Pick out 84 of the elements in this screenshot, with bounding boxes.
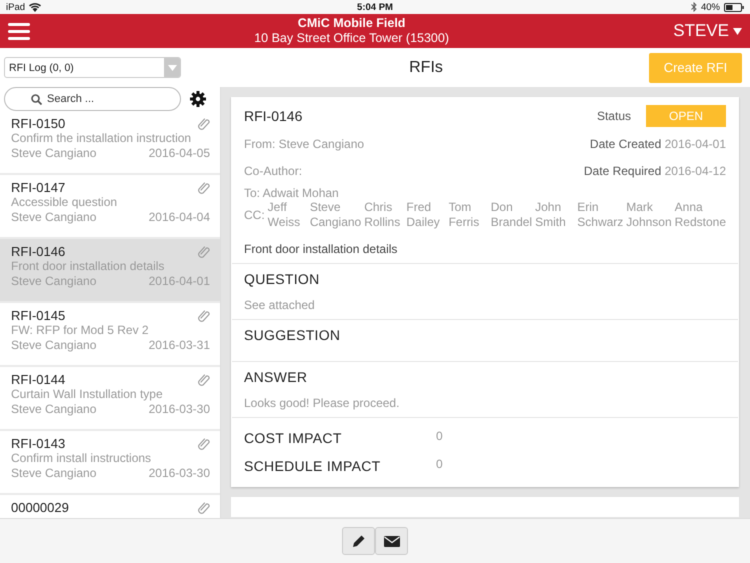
log-dropdown[interactable]: RFI Log (0, 0) [4, 57, 181, 78]
cc-recipient: Mark Johnson [626, 200, 672, 230]
impact-value: 0 [436, 456, 443, 470]
rfi-author: Steve Cangiano [11, 338, 96, 353]
battery-percent: 40% [700, 2, 720, 12]
rfi-subject: Confirm the installation instruction [11, 131, 192, 146]
user-menu-button[interactable]: STEVE [673, 21, 742, 41]
section-heading: SUGGESTION [244, 327, 342, 343]
section-text: See attached [244, 298, 316, 312]
rfi-number: RFI-0145 [11, 308, 66, 323]
impact-value: 0 [436, 428, 443, 442]
rfi-author: Steve Cangiano [11, 146, 96, 161]
rfi-number: 00000029 [11, 500, 69, 515]
rfi-subject: Accessible question [11, 195, 118, 210]
rfi-date: 2016-03-30 [148, 466, 210, 481]
cc-recipient: Erin Schwarz [577, 200, 624, 230]
rfi-subject: FW: RFP for Mod 5 Rev 2 [11, 323, 150, 338]
section-text: Looks good! Please proceed. [244, 396, 400, 410]
status-label: Status [596, 109, 631, 123]
rfi-subject: Curtain Wall Instullation type [11, 387, 164, 402]
date-field: Date Created 2016-04-01 [590, 136, 726, 150]
rfi-author: Steve Cangiano [11, 274, 96, 289]
co-author-text: Co-Author: [244, 164, 302, 178]
settings-button[interactable] [190, 91, 206, 107]
project-name: 10 Bay Street Office Tower (15300) [253, 31, 450, 46]
rfi-author: Steve Cangiano [11, 210, 96, 225]
rfi-number: RFI-0143 [11, 436, 66, 451]
battery-icon [724, 2, 744, 12]
rfi-date: 2016-03-30 [148, 402, 210, 417]
settings-icon [190, 91, 206, 107]
cc-recipient: Anna Redstone [674, 200, 726, 230]
bluetooth-icon [690, 2, 697, 12]
to-text: To: Adwait Mohan [244, 186, 340, 200]
rfi-number: RFI-0150 [11, 116, 66, 131]
carrier-label: iPad [6, 2, 26, 12]
rfi-list-item[interactable]: RFI-0145 FW: RFP for Mod 5 Rev 2 Steve Cangiano 2016-03-31 [0, 303, 220, 365]
rfi-list-item[interactable]: RFI-0146 Front door installation details Steve Cangiano 2016-04-01 [0, 239, 220, 301]
cc-recipient: Fred Dailey [406, 200, 441, 230]
rfi-list-item[interactable]: RFI-0143 Confirm install instructions Steve Cangiano 2016-03-30 [0, 431, 220, 493]
rfi-list-item[interactable]: RFI-0150 Confirm the installation instruction Steve Cangiano 2016-04-05 [0, 111, 220, 173]
pencil-icon [352, 534, 366, 548]
cc-recipient: Don Brandel [490, 200, 532, 230]
rfi-subject: Front door installation details [11, 259, 166, 274]
envelope-icon [384, 536, 400, 546]
menu-icon [8, 22, 30, 40]
rfi-date: 2016-04-04 [148, 210, 210, 225]
cc-recipient: Jeff Weiss [268, 200, 302, 230]
rfi-list-item[interactable]: RFI-0144 Curtain Wall Instullation type Steve Cangiano 2016-03-30 [0, 367, 220, 429]
search-icon [31, 94, 42, 105]
page-title: RFIs [408, 58, 444, 76]
rfi-author: Steve Cangiano [11, 402, 96, 417]
rfi-date: 2016-03-31 [148, 338, 210, 353]
cc-recipient: Tom Ferris [448, 200, 480, 230]
menu-button[interactable] [8, 22, 30, 40]
rfi-number: RFI-0147 [11, 180, 66, 195]
dropdown-arrow-icon [168, 64, 176, 70]
edit-button[interactable] [342, 527, 375, 555]
cc-recipient: Chris Rollins [364, 200, 402, 230]
rfi-date: 2016-04-05 [148, 146, 210, 161]
rfi-number: RFI-0146 [244, 108, 302, 124]
cc-recipient: John Smith [535, 200, 567, 230]
caret-icon [733, 28, 742, 34]
status-badge: OPEN [646, 105, 726, 127]
app-title: CMiC Mobile Field [296, 16, 406, 31]
cc-label: CC: [244, 208, 265, 222]
date-field: Date Required 2016-04-12 [584, 164, 726, 178]
rfi-description: Front door installation details [244, 242, 398, 256]
impact-label: COST IMPACT [244, 430, 343, 446]
rfi-date: 2016-04-01 [148, 274, 210, 289]
rfi-list-item[interactable]: RFI-0147 Accessible question Steve Cangiano 2016-04-04 [0, 175, 220, 237]
email-button[interactable] [375, 527, 408, 555]
rfi-number: RFI-0144 [11, 372, 66, 387]
rfi-number: RFI-0146 [11, 244, 66, 259]
search-field[interactable]: Search ... [4, 87, 181, 111]
impact-label: SCHEDULE IMPACT [244, 458, 382, 474]
rfi-list-item[interactable]: 00000029 [0, 495, 220, 518]
wifi-icon [29, 2, 42, 12]
clock-time: 5:04 PM [357, 2, 393, 12]
cc-recipient: Steve Cangiano [310, 200, 362, 230]
rfi-author: Steve Cangiano [11, 466, 96, 481]
from-text: From: Steve Cangiano [244, 136, 364, 150]
section-heading: ANSWER [244, 369, 308, 385]
rfi-subject: Confirm install instructions [11, 451, 152, 466]
section-heading: QUESTION [244, 271, 321, 287]
